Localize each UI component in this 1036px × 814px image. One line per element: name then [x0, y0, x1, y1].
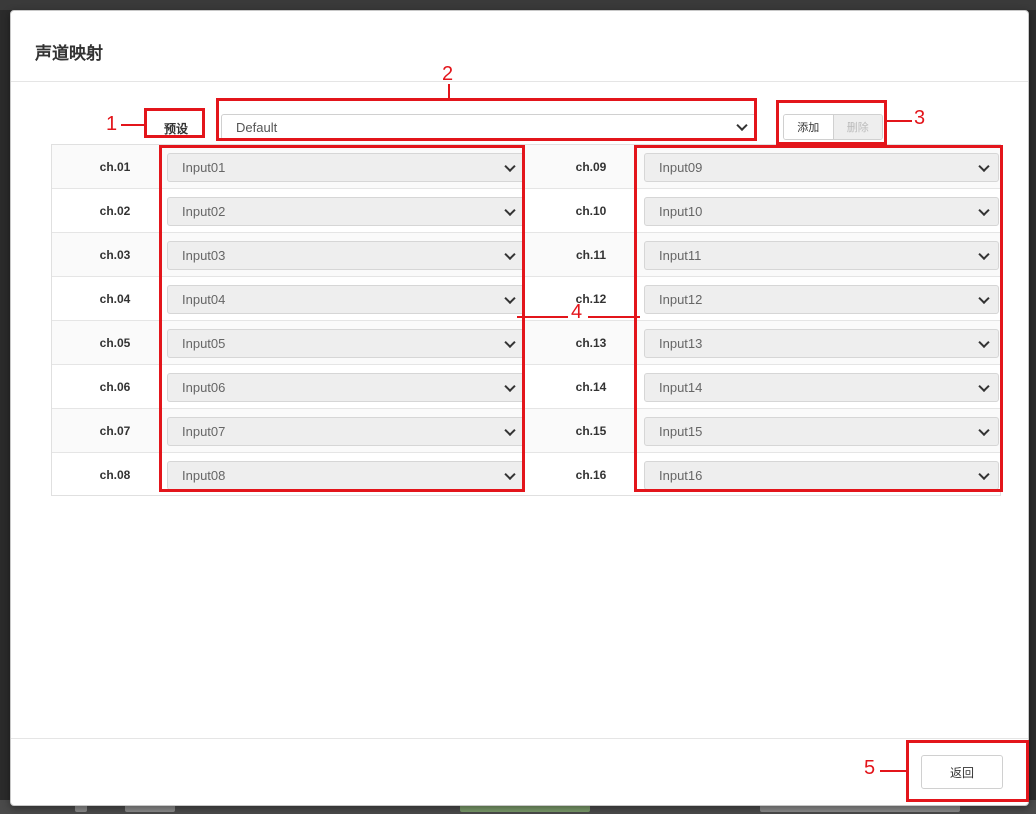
annotation-box-4-right [634, 145, 1003, 492]
channel-label: ch.16 [575, 468, 607, 482]
annotation-leader-2 [448, 84, 450, 98]
channel-label: ch.08 [99, 468, 131, 482]
channel-label: ch.06 [99, 380, 131, 394]
annotation-leader-5 [880, 770, 906, 772]
channel-label: ch.05 [99, 336, 131, 350]
annotation-number-4: 4 [571, 301, 583, 323]
channel-label: ch.14 [575, 380, 607, 394]
channel-label: ch.01 [99, 160, 131, 174]
annotation-leader-1 [121, 124, 144, 126]
annotation-number-2: 2 [442, 63, 454, 85]
annotation-number-1: 1 [106, 113, 118, 135]
annotation-number-5: 5 [864, 757, 876, 779]
channel-label: ch.04 [99, 292, 131, 306]
annotation-leader-4-left [517, 316, 568, 318]
channel-label: ch.09 [575, 160, 607, 174]
annotation-box-3 [776, 100, 887, 145]
channel-label: ch.03 [99, 248, 131, 262]
channel-label: ch.10 [575, 204, 607, 218]
channel-label: ch.12 [575, 292, 607, 306]
annotation-leader-3 [887, 120, 912, 122]
annotation-box-4-left [159, 145, 525, 492]
annotation-number-3: 3 [914, 107, 926, 129]
channel-label: ch.15 [575, 424, 607, 438]
annotation-box-5 [906, 740, 1029, 802]
divider [11, 738, 1028, 739]
channel-label: ch.13 [575, 336, 607, 350]
annotation-box-1 [144, 108, 205, 138]
annotation-leader-4-right [588, 316, 640, 318]
dialog-title: 声道映射 [35, 44, 103, 64]
background-window-top [0, 0, 1036, 10]
channel-label: ch.02 [99, 204, 131, 218]
channel-label: ch.11 [575, 248, 607, 262]
channel-label: ch.07 [99, 424, 131, 438]
annotation-box-2 [216, 98, 757, 141]
divider [11, 81, 1028, 82]
